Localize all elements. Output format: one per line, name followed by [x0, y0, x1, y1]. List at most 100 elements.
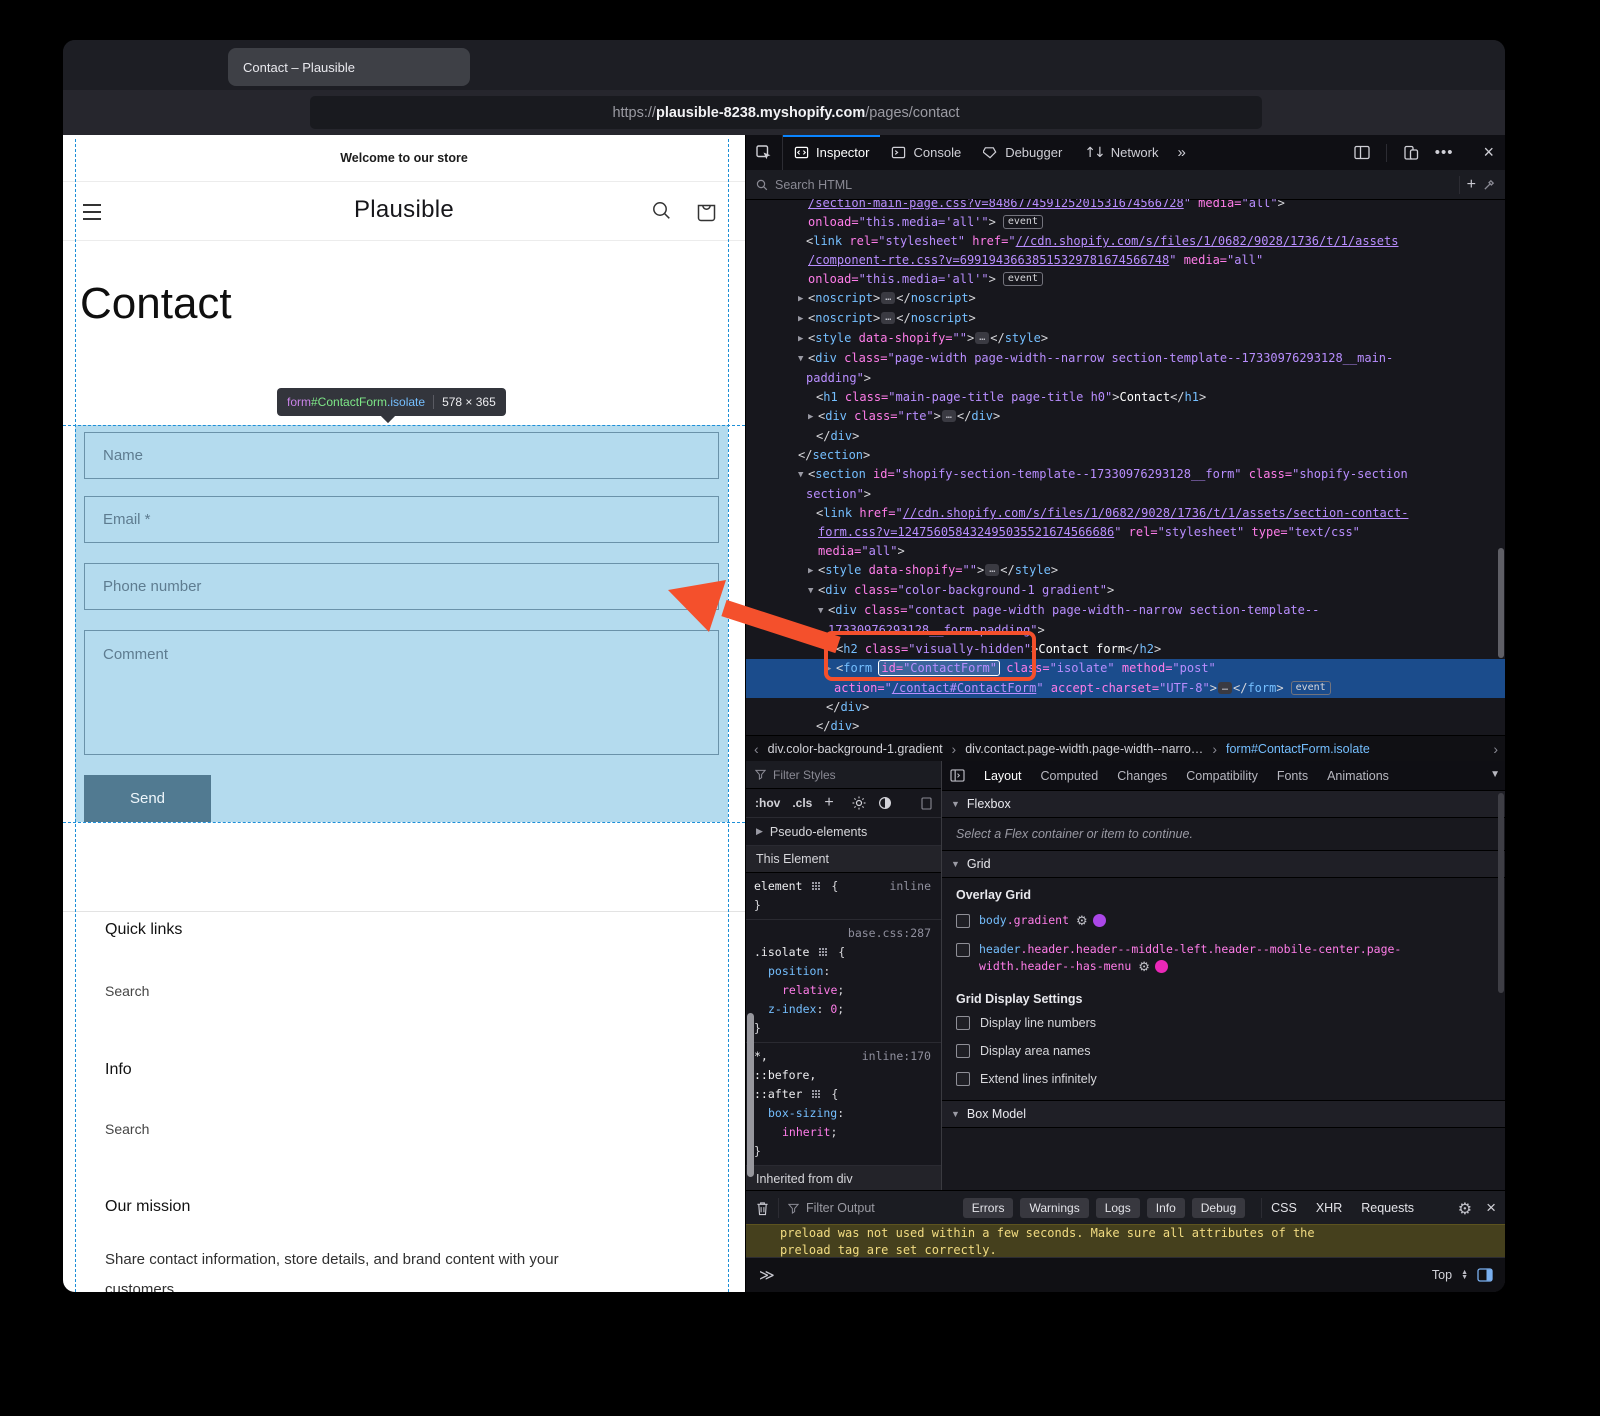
class-toggle[interactable]: .cls	[792, 796, 812, 810]
sidebar-toggle-icon[interactable]	[950, 769, 965, 782]
markup-line[interactable]: /component-rte.css?v=6991943663851532978…	[746, 251, 1505, 270]
add-rule-icon[interactable]: +	[824, 794, 833, 812]
markup-line[interactable]: </div>	[746, 427, 1505, 446]
markup-line[interactable]: onload="this.media='all'">event	[746, 270, 1505, 289]
box-model-section-header[interactable]: ▼Box Model	[942, 1100, 1505, 1128]
overlay-header-selector[interactable]: header	[979, 942, 1021, 956]
breadcrumb-current[interactable]: form#ContactForm.isolate	[1226, 742, 1370, 756]
breadcrumb-forward-icon[interactable]: ›	[1493, 741, 1498, 757]
markup-line[interactable]: ▶<style data-shopify="">…</style>	[746, 329, 1505, 349]
tab-network[interactable]: ↑↓ Network	[1073, 135, 1169, 170]
email-field[interactable]: Email *	[84, 496, 719, 543]
markup-line[interactable]: section">	[746, 485, 1505, 504]
markup-line[interactable]: ▶<noscript>…</noscript>	[746, 289, 1505, 309]
breadcrumb-item-1[interactable]: div.color-background-1.gradient	[768, 742, 943, 756]
markup-line[interactable]: </div>	[746, 717, 1505, 735]
breadcrumb-item-2[interactable]: div.contact.page-width.page-width--narro…	[965, 742, 1203, 756]
close-devtools-icon[interactable]: ×	[1483, 142, 1494, 163]
flexbox-section-header[interactable]: ▼Flexbox	[942, 791, 1505, 818]
eval-context-label[interactable]: Top	[1432, 1268, 1452, 1282]
url-bar[interactable]: https://plausible-8238.myshopify.com/pag…	[310, 96, 1262, 129]
new-node-icon[interactable]: +	[1467, 176, 1476, 194]
markup-line[interactable]: ▼<div class="color-background-1 gradient…	[746, 581, 1505, 601]
markup-line[interactable]: ▶<style data-shopify="">…</style>	[746, 561, 1505, 581]
markup-line[interactable]: ▼<section id="shopify-section-template--…	[746, 465, 1505, 485]
rule-isolate[interactable]: base.css:287.isolate {position:relative;…	[746, 920, 941, 1043]
markup-line[interactable]: <h1 class="main-page-title page-title h0…	[746, 388, 1505, 407]
filter-output-input[interactable]: Filter Output	[806, 1201, 875, 1215]
tab-animations[interactable]: Animations	[1327, 769, 1389, 783]
grid-setting-checkbox[interactable]	[956, 1072, 970, 1086]
overlay-body-selector[interactable]: body	[979, 913, 1007, 927]
tab-fonts[interactable]: Fonts	[1277, 769, 1308, 783]
markup-line[interactable]: media="all">	[746, 542, 1505, 561]
markup-line[interactable]: /section-main-page.css?v=848677459125201…	[746, 199, 1505, 213]
markup-line[interactable]: action="/contact#ContactForm" accept-cha…	[746, 679, 1505, 698]
markup-line[interactable]: </section>	[746, 446, 1505, 465]
log-level-logs[interactable]: Logs	[1096, 1198, 1140, 1218]
node-picker-icon[interactable]	[746, 135, 783, 170]
rule-element[interactable]: element {inline}	[746, 873, 941, 920]
footer-search-link-1[interactable]: Search	[105, 983, 149, 999]
log-level-info[interactable]: Info	[1147, 1198, 1185, 1218]
rules-scrollbar[interactable]	[747, 1013, 754, 1177]
tab-compatibility[interactable]: Compatibility	[1186, 769, 1258, 783]
browser-tab[interactable]: Contact – Plausible	[228, 48, 470, 86]
pseudo-elements-row[interactable]: ▶Pseudo-elements	[746, 818, 941, 846]
tab-debugger[interactable]: Debugger	[972, 135, 1073, 170]
split-console-icon[interactable]	[1354, 145, 1370, 160]
console-expand-icon[interactable]: ≫	[759, 1266, 775, 1284]
eyedropper-icon[interactable]	[1483, 178, 1496, 191]
meatball-menu-icon[interactable]: •••	[1435, 144, 1454, 161]
markup-line[interactable]: onload="this.media='all'">event	[746, 213, 1505, 232]
grid-setting-checkbox[interactable]	[956, 1044, 970, 1058]
tab-computed[interactable]: Computed	[1041, 769, 1099, 783]
log-level-debug[interactable]: Debug	[1192, 1198, 1245, 1218]
search-html-input[interactable]: Search HTML	[775, 178, 852, 192]
name-field[interactable]: Name	[84, 432, 719, 479]
markup-line[interactable]: <link rel="stylesheet" href="//cdn.shopi…	[746, 232, 1505, 251]
log-category-xhr[interactable]: XHR	[1316, 1201, 1342, 1215]
grid-settings-gear-icon[interactable]: ⚙	[1138, 960, 1150, 975]
comment-field[interactable]: Comment	[84, 630, 719, 755]
phone-field[interactable]: Phone number	[84, 563, 719, 610]
print-sim-icon[interactable]	[921, 797, 932, 810]
grid-settings-gear-icon[interactable]: ⚙	[1076, 914, 1088, 929]
responsive-mode-icon[interactable]	[1403, 145, 1419, 161]
hover-toggle[interactable]: :hov	[755, 796, 780, 810]
layout-scrollbar[interactable]	[1498, 793, 1504, 993]
footer-search-link-2[interactable]: Search	[105, 1121, 149, 1137]
search-icon[interactable]	[651, 200, 672, 221]
chevron-down-icon[interactable]: ▼	[1490, 769, 1500, 780]
markup-line[interactable]: padding">	[746, 369, 1505, 388]
markup-line[interactable]: ▶<noscript>…</noscript>	[746, 309, 1505, 329]
tab-console[interactable]: Console	[880, 135, 972, 170]
grid-color-swatch[interactable]	[1155, 960, 1168, 973]
light-scheme-icon[interactable]	[852, 796, 866, 810]
overlay-header-checkbox[interactable]	[956, 943, 970, 957]
filter-styles-input[interactable]: Filter Styles	[773, 768, 836, 782]
markup-line[interactable]: ▼<div class="page-width page-width--narr…	[746, 349, 1505, 369]
grid-setting-checkbox[interactable]	[956, 1016, 970, 1030]
dark-scheme-icon[interactable]	[878, 796, 892, 810]
log-level-errors[interactable]: Errors	[963, 1198, 1014, 1218]
markup-line[interactable]: ▶<div class="rte">…</div>	[746, 407, 1505, 427]
breadcrumb-back-icon[interactable]: ‹	[754, 741, 759, 757]
markup-line[interactable]: form.css?v=12475605843249503552167456668…	[746, 523, 1505, 542]
context-stepper-icon[interactable]: ▲▼	[1461, 1270, 1468, 1280]
editor-mode-icon[interactable]	[1477, 1268, 1493, 1282]
console-warning[interactable]: preload was not used within a few second…	[746, 1224, 1505, 1258]
store-name[interactable]: Plausible	[63, 196, 745, 224]
log-level-warnings[interactable]: Warnings	[1020, 1198, 1088, 1218]
tab-layout[interactable]: Layout	[984, 769, 1022, 783]
log-category-requests[interactable]: Requests	[1361, 1201, 1414, 1215]
markup-line[interactable]: ▼<div class="contact page-width page-wid…	[746, 601, 1505, 621]
cart-icon[interactable]	[696, 200, 717, 222]
grid-section-header[interactable]: ▼Grid	[942, 850, 1505, 878]
markup-scrollbar[interactable]	[1498, 548, 1504, 658]
markup-line[interactable]: </div>	[746, 698, 1505, 717]
rule-universal[interactable]: *,inline:170::before,::after {box-sizing…	[746, 1043, 941, 1166]
console-settings-gear-icon[interactable]: ⚙	[1458, 1199, 1472, 1218]
tab-inspector[interactable]: Inspector	[783, 135, 880, 170]
overlay-body-checkbox[interactable]	[956, 914, 970, 928]
